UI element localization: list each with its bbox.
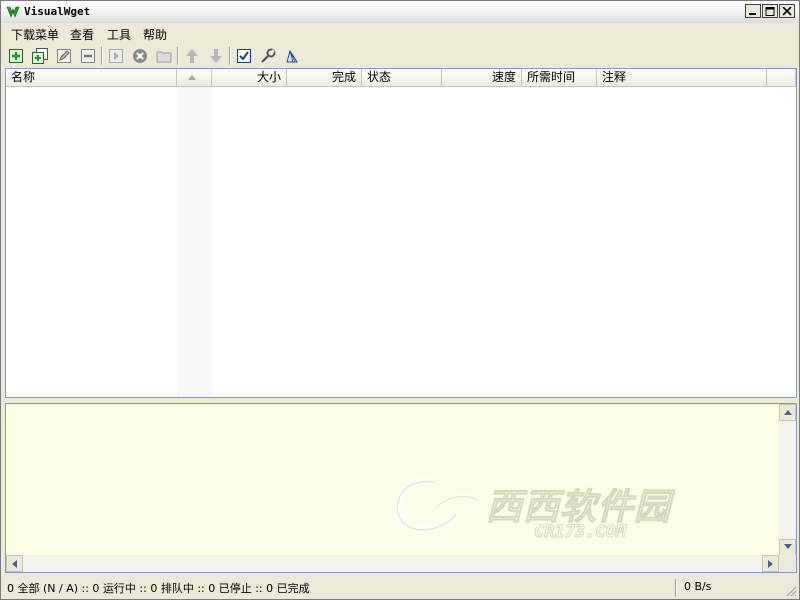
app-logo-icon <box>6 6 20 18</box>
start-button[interactable] <box>106 46 126 66</box>
column-header-size[interactable]: 大小 <box>212 69 287 87</box>
arrow-right-icon <box>768 560 773 568</box>
select-all-button[interactable] <box>234 46 254 66</box>
column-label: 速度 <box>491 70 516 84</box>
app-window: VisualWget 下载菜单 查看 工具 帮助 名称 大小 完成 状态 速度 … <box>0 0 800 600</box>
toolbar <box>1 44 799 68</box>
column-header-speed[interactable]: 速度 <box>442 69 522 87</box>
menu-view[interactable]: 查看 <box>68 26 96 43</box>
close-button[interactable] <box>779 4 795 18</box>
open-folder-button[interactable] <box>154 46 174 66</box>
select-all-icon <box>237 49 251 63</box>
watermark-logo: 西西软件园 CR173.COM <box>386 470 671 543</box>
column-header-done[interactable]: 完成 <box>287 69 362 87</box>
clean-icon <box>286 49 298 63</box>
download-list[interactable]: 名称 大小 完成 状态 速度 所需时间 注释 <box>5 68 797 398</box>
status-summary: 0 全部 (N / A) :: 0 运行中 :: 0 排队中 :: 0 已停止 … <box>7 582 310 595</box>
toolbar-separator <box>101 47 103 65</box>
start-icon <box>109 49 123 63</box>
menu-download[interactable]: 下载菜单 <box>9 26 61 43</box>
add-batch-icon <box>32 48 48 64</box>
edit-button[interactable] <box>54 46 74 66</box>
close-icon <box>782 7 792 16</box>
options-icon <box>261 48 276 63</box>
resize-grip-icon[interactable] <box>785 585 797 597</box>
menu-bar: 下载菜单 查看 工具 帮助 <box>1 23 799 43</box>
remove-button[interactable] <box>78 46 98 66</box>
column-label: 大小 <box>256 70 281 84</box>
arrow-down-icon <box>784 544 792 549</box>
column-header-filler <box>767 69 796 87</box>
status-transfer-rate: 0 B/s <box>684 580 712 593</box>
column-header-notes[interactable]: 注释 <box>597 69 767 87</box>
clean-button[interactable] <box>282 46 302 66</box>
scroll-right-button[interactable] <box>762 555 779 572</box>
column-header-sorted[interactable] <box>177 69 212 87</box>
minimize-icon <box>749 13 756 15</box>
column-label: 名称 <box>11 70 36 84</box>
column-header-time[interactable]: 所需时间 <box>522 69 597 87</box>
sorted-column-highlight <box>177 87 212 397</box>
status-bar: 0 全部 (N / A) :: 0 运行中 :: 0 排队中 :: 0 已停止 … <box>1 577 799 599</box>
scroll-left-button[interactable] <box>6 555 23 572</box>
options-button[interactable] <box>258 46 278 66</box>
vertical-scrollbar[interactable] <box>779 404 796 556</box>
move-down-button[interactable] <box>206 46 226 66</box>
scroll-down-button[interactable] <box>779 539 796 556</box>
horizontal-scrollbar[interactable] <box>6 555 779 572</box>
minimize-button[interactable] <box>745 4 761 18</box>
edit-icon <box>57 49 71 63</box>
remove-icon <box>81 49 95 63</box>
log-pane[interactable]: 西西软件园 CR173.COM <box>5 403 797 573</box>
window-title: VisualWget <box>24 5 91 18</box>
column-label: 所需时间 <box>527 70 576 84</box>
add-batch-button[interactable] <box>30 46 50 66</box>
stop-icon <box>133 49 147 63</box>
stop-button[interactable] <box>130 46 150 66</box>
toolbar-separator <box>229 47 231 65</box>
move-up-button[interactable] <box>182 46 202 66</box>
column-label: 状态 <box>367 70 392 84</box>
move-up-icon <box>186 49 198 63</box>
scroll-up-button[interactable] <box>779 404 796 421</box>
column-label: 完成 <box>331 70 356 84</box>
add-icon <box>9 49 23 63</box>
menu-help[interactable]: 帮助 <box>141 26 169 43</box>
column-label: 注释 <box>602 70 627 84</box>
menu-tools[interactable]: 工具 <box>105 26 133 43</box>
sort-ascending-icon <box>188 75 196 80</box>
scrollbar-corner <box>779 555 796 572</box>
watermark-swoosh-icon <box>393 477 480 535</box>
arrow-left-icon <box>12 560 17 568</box>
maximize-icon <box>765 7 775 16</box>
arrow-up-icon <box>784 410 792 415</box>
status-divider <box>675 579 677 597</box>
toolbar-separator <box>177 47 179 65</box>
open-folder-icon <box>156 51 172 63</box>
column-header-name[interactable]: 名称 <box>6 69 177 87</box>
add-button[interactable] <box>6 46 26 66</box>
watermark-subtext: CR173.COM <box>533 522 627 543</box>
column-header-status[interactable]: 状态 <box>362 69 442 87</box>
move-down-icon <box>210 49 222 63</box>
maximize-button[interactable] <box>762 4 778 18</box>
title-bar[interactable]: VisualWget <box>1 1 799 24</box>
